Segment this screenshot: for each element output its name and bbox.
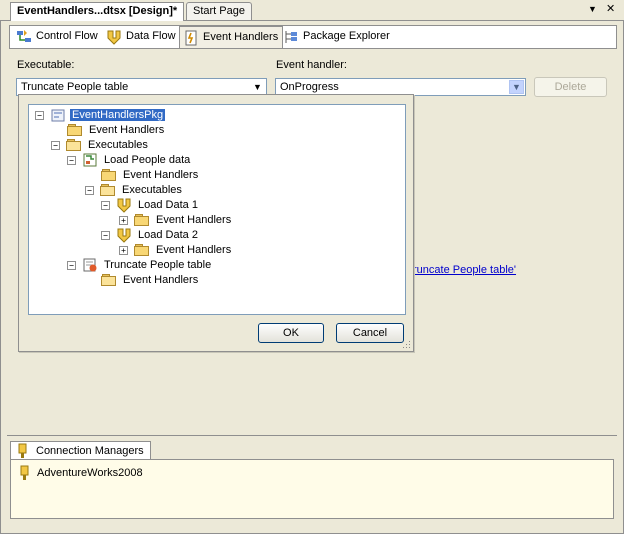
tree-node-label: Event Handlers — [156, 244, 232, 256]
data-flow-component-icon — [116, 227, 132, 243]
data-flow-icon — [106, 29, 122, 45]
control-flow-icon — [16, 29, 32, 45]
folder-icon — [67, 124, 83, 136]
tree-node-executables[interactable]: − Executables — [51, 137, 150, 153]
expand-icon[interactable]: + — [119, 245, 128, 255]
tree-node-label: EventHandlersPkg — [68, 108, 167, 122]
cancel-button[interactable]: Cancel — [336, 323, 404, 343]
tab-list-dropdown-icon[interactable]: ▼ — [588, 4, 597, 14]
collapse-icon[interactable]: − — [67, 155, 76, 165]
connection-manager-label: AdventureWorks2008 — [37, 467, 143, 479]
tree-node-label: Event Handlers — [123, 169, 199, 181]
tree-node-load-people-data[interactable]: − Load People data — [67, 152, 192, 168]
folder-icon — [101, 169, 117, 181]
ok-button[interactable]: OK — [258, 323, 324, 343]
event-handler-label: Event handler: — [276, 59, 347, 71]
data-flow-component-icon — [116, 197, 132, 213]
data-flow-task-icon — [82, 152, 98, 168]
chevron-down-icon[interactable]: ▼ — [509, 80, 524, 94]
tree-node-label: Truncate People table — [104, 259, 212, 271]
tree-node-load-data-2[interactable]: − Load Data 2 — [101, 227, 200, 243]
collapse-icon[interactable]: − — [101, 200, 110, 210]
resize-grip-icon[interactable] — [401, 339, 411, 349]
tree-node-label: Event Handlers — [123, 274, 199, 286]
document-tab-design[interactable]: EventHandlers...dtsx [Design]* — [10, 2, 185, 21]
connection-managers-divider[interactable] — [7, 435, 617, 436]
expand-icon[interactable]: + — [119, 215, 128, 225]
connection-manager-icon — [17, 465, 33, 481]
collapse-icon[interactable]: − — [67, 260, 76, 270]
executable-tree-popup: − EventHandlersPkg Event Handlers − Exec… — [18, 94, 414, 352]
connection-manager-icon — [15, 443, 31, 459]
close-document-icon[interactable]: ✕ — [606, 2, 615, 15]
tree-node-event-handlers[interactable]: + Event Handlers — [119, 212, 233, 228]
tab-label: Control Flow — [36, 30, 98, 42]
designer-tab-bar: Control Flow Data Flow Event Handlers Pa… — [9, 25, 617, 49]
folder-open-icon — [100, 184, 116, 196]
document-tab-strip: EventHandlers...dtsx [Design]* Start Pag… — [0, 0, 624, 21]
tree-node-label: Executables — [88, 139, 148, 151]
tree-node-load-data-1[interactable]: − Load Data 1 — [101, 197, 200, 213]
tab-event-handlers[interactable]: Event Handlers — [179, 26, 284, 48]
tab-label: Connection Managers — [36, 445, 144, 457]
event-handler-link[interactable]: runcate People table' — [413, 264, 516, 276]
tab-label: Data Flow — [126, 30, 176, 42]
tab-label: Package Explorer — [303, 30, 390, 42]
executable-value: Truncate People table — [21, 81, 129, 93]
delete-button[interactable]: Delete — [534, 77, 607, 97]
tree-node-label: Load People data — [104, 154, 191, 166]
executable-label: Executable: — [17, 59, 75, 71]
tab-connection-managers[interactable]: Connection Managers — [10, 441, 151, 460]
collapse-icon[interactable]: − — [101, 230, 110, 240]
tree-node-label: Load Data 1 — [138, 199, 198, 211]
package-designer: Control Flow Data Flow Event Handlers Pa… — [0, 20, 624, 534]
tree-node-root[interactable]: − EventHandlersPkg — [35, 107, 167, 123]
sql-task-icon — [82, 257, 98, 273]
package-icon — [50, 107, 66, 123]
event-handler-value: OnProgress — [280, 81, 339, 93]
event-handlers-icon — [183, 30, 199, 46]
tree-node-event-handlers[interactable]: Event Handlers — [101, 167, 200, 183]
executable-tree: − EventHandlersPkg Event Handlers − Exec… — [28, 104, 406, 315]
package-explorer-icon — [283, 29, 299, 45]
document-tab-start-page[interactable]: Start Page — [186, 2, 252, 20]
tab-package-explorer[interactable]: Package Explorer — [280, 27, 394, 46]
tab-label: Event Handlers — [203, 31, 279, 43]
folder-icon — [134, 214, 150, 226]
connection-manager-item[interactable]: AdventureWorks2008 — [17, 465, 143, 481]
folder-open-icon — [101, 274, 117, 286]
chevron-down-icon[interactable]: ▼ — [250, 80, 265, 94]
tree-node-event-handlers[interactable]: Event Handlers — [101, 272, 200, 288]
tree-node-label: Executables — [122, 184, 182, 196]
collapse-icon[interactable]: − — [51, 140, 60, 150]
tab-data-flow[interactable]: Data Flow — [103, 27, 180, 46]
folder-open-icon — [66, 139, 82, 151]
tree-node-event-handlers[interactable]: Event Handlers — [67, 122, 166, 138]
collapse-icon[interactable]: − — [85, 185, 94, 195]
tree-node-executables[interactable]: − Executables — [85, 182, 184, 198]
tree-node-label: Event Handlers — [156, 214, 232, 226]
tab-control-flow[interactable]: Control Flow — [13, 27, 102, 46]
tree-node-label: Load Data 2 — [138, 229, 198, 241]
tree-node-event-handlers[interactable]: + Event Handlers — [119, 242, 233, 258]
connection-managers-panel: AdventureWorks2008 — [10, 459, 614, 519]
collapse-icon[interactable]: − — [35, 110, 44, 120]
tree-node-truncate-people-table[interactable]: − Truncate People table — [67, 257, 213, 273]
tree-node-label: Event Handlers — [89, 124, 165, 136]
folder-icon — [134, 244, 150, 256]
